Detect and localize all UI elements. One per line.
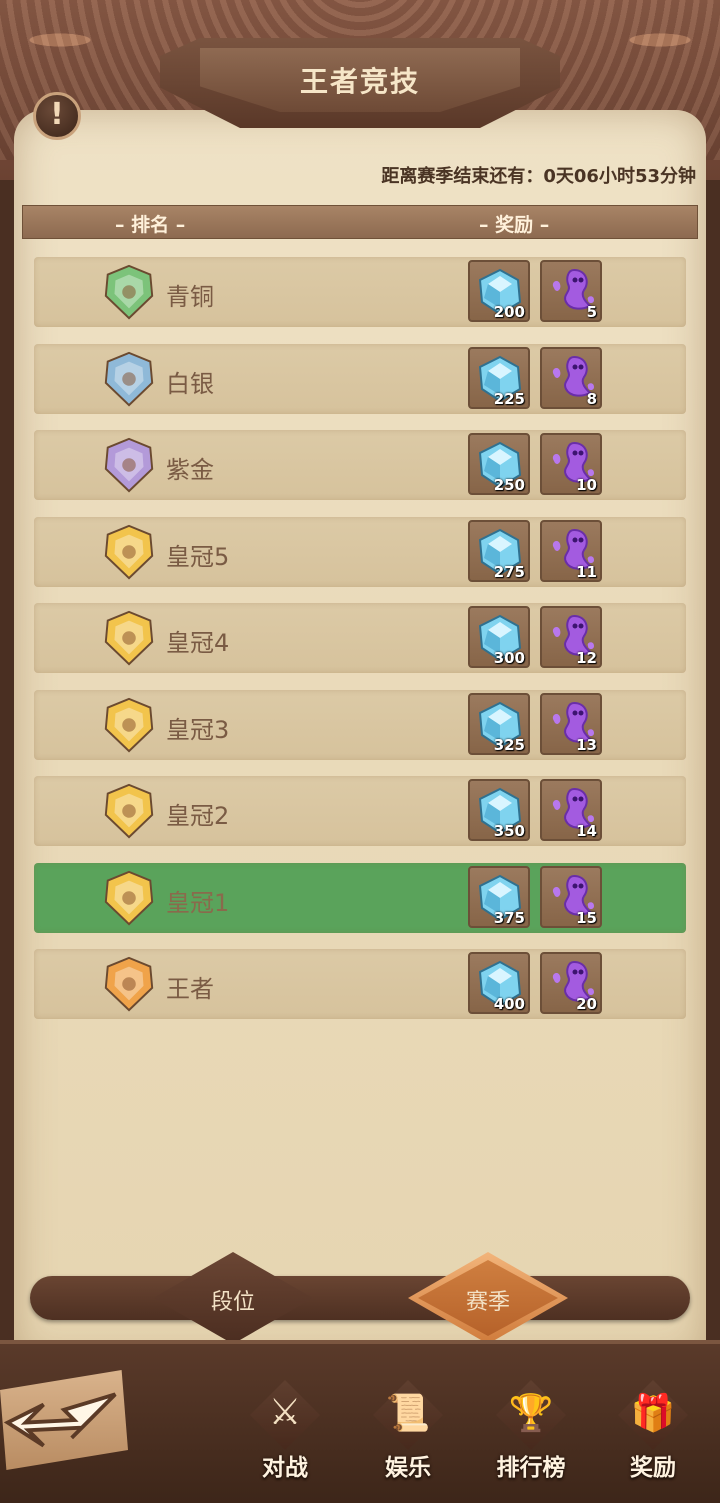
scroll-icon: 📜 xyxy=(385,1393,431,1434)
rank-badge-icon xyxy=(104,956,154,1012)
reward-diamond-qty: 250 xyxy=(493,476,525,494)
rank-badge-icon xyxy=(104,870,154,925)
reward-soul-qty: 11 xyxy=(576,562,597,581)
tab-rank[interactable]: 段位 xyxy=(153,1252,313,1344)
reward-soul: 15 xyxy=(540,865,602,928)
reward-soul: 5 xyxy=(540,260,602,322)
table-row: 王者 400 20 xyxy=(34,949,686,1019)
rank-name: 青铜 xyxy=(166,283,214,311)
reward-soul-qty: 12 xyxy=(576,649,597,667)
column-header-rank: – 排名 – xyxy=(115,214,186,236)
reward-diamond-qty: 300 xyxy=(493,649,525,667)
column-header-reward: – 奖励 – xyxy=(479,214,550,236)
nav-entertainment-label: 娱乐 xyxy=(385,1455,431,1481)
rank-badge-icon xyxy=(104,351,154,406)
tab-rank-label: 段位 xyxy=(210,1290,255,1315)
tab-season-label: 赛季 xyxy=(465,1290,510,1315)
reward-soul: 8 xyxy=(540,346,602,409)
table-row: 白银 225 8 xyxy=(34,343,686,414)
trophy-icon: 🏆 xyxy=(508,1393,554,1434)
rank-badge-icon xyxy=(104,437,154,493)
reward-soul: 20 xyxy=(540,952,602,1014)
table-row: 青铜 200 5 xyxy=(34,257,686,327)
reward-soul: 11 xyxy=(540,519,602,582)
reward-diamond: 350 xyxy=(468,779,530,841)
reward-diamond: 275 xyxy=(468,519,530,582)
reward-soul-qty: 14 xyxy=(576,822,597,840)
reward-diamond: 325 xyxy=(468,692,530,755)
reward-soul: 13 xyxy=(540,692,602,755)
reward-soul-qty: 15 xyxy=(576,908,597,927)
exclamation-icon: ! xyxy=(50,97,64,132)
table-row: 皇冠2 350 14 xyxy=(34,776,686,846)
rank-badge-icon xyxy=(104,697,154,752)
nav-leaderboard-label: 排行榜 xyxy=(496,1455,566,1481)
nav-leaderboard[interactable]: 🏆 排行榜 xyxy=(476,1380,586,1495)
rank-name: 紫金 xyxy=(166,456,214,484)
reward-soul-qty: 13 xyxy=(576,735,597,754)
table-row: 皇冠3 325 13 xyxy=(34,689,686,760)
reward-soul-qty: 5 xyxy=(586,303,597,321)
reward-soul: 14 xyxy=(540,779,602,841)
rank-badge-icon xyxy=(104,610,154,666)
reward-diamond-qty: 325 xyxy=(493,735,525,754)
reward-diamond: 250 xyxy=(468,433,530,495)
table-row: 皇冠1 375 15 xyxy=(34,862,686,933)
reward-soul-qty: 8 xyxy=(586,389,597,408)
tab-season[interactable]: 赛季 xyxy=(408,1252,568,1344)
table-row: 皇冠5 275 11 xyxy=(34,516,686,587)
rank-name: 白银 xyxy=(166,369,214,398)
reward-soul-qty: 20 xyxy=(576,995,597,1013)
nav-rewards[interactable]: 🎁 奖励 xyxy=(598,1380,708,1495)
rank-name: 皇冠1 xyxy=(166,888,230,917)
nav-entertainment[interactable]: 📜 娱乐 xyxy=(353,1380,463,1495)
back-arrow-icon xyxy=(3,1392,117,1448)
reward-diamond-qty: 225 xyxy=(493,389,525,408)
page-title: 王者竞技 xyxy=(299,65,420,98)
rank-name: 皇冠5 xyxy=(166,542,230,571)
rank-badge-icon xyxy=(104,783,154,839)
table-row: 皇冠4 300 12 xyxy=(34,603,686,673)
rank-name: 皇冠2 xyxy=(166,802,230,830)
table-header: – 排名 – – 奖励 – xyxy=(22,205,698,239)
reward-diamond-qty: 400 xyxy=(493,995,525,1013)
table-row: 紫金 250 10 xyxy=(34,430,686,500)
rank-name: 皇冠3 xyxy=(166,715,230,744)
tab-track xyxy=(30,1276,690,1320)
rank-name: 王者 xyxy=(166,975,214,1003)
rank-badge-icon xyxy=(104,264,154,320)
reward-soul: 12 xyxy=(540,606,602,668)
reward-diamond: 200 xyxy=(468,260,530,322)
reward-diamond-qty: 375 xyxy=(493,908,525,927)
rank-name: 皇冠4 xyxy=(166,629,230,657)
reward-diamond: 225 xyxy=(468,346,530,409)
nav-battle-label: 对战 xyxy=(262,1455,308,1481)
reward-diamond-qty: 200 xyxy=(493,303,525,321)
reward-diamond-qty: 350 xyxy=(493,822,525,840)
reward-soul-qty: 10 xyxy=(576,476,597,494)
season-countdown: 距离赛季结束还有：0天06小时53分钟 xyxy=(381,166,696,187)
battle-icon: ⚔ xyxy=(268,1392,302,1433)
info-button[interactable]: ! xyxy=(33,92,81,140)
reward-soul: 10 xyxy=(540,433,602,495)
reward-diamond: 400 xyxy=(468,952,530,1014)
reward-diamond-qty: 275 xyxy=(493,562,525,581)
reward-diamond: 375 xyxy=(468,865,530,928)
chest-icon: 🎁 xyxy=(630,1393,676,1434)
rank-badge-icon xyxy=(104,524,154,579)
reward-diamond: 300 xyxy=(468,606,530,668)
nav-rewards-label: 奖励 xyxy=(630,1455,676,1481)
nav-battle[interactable]: ⚔ 对战 xyxy=(230,1380,340,1495)
